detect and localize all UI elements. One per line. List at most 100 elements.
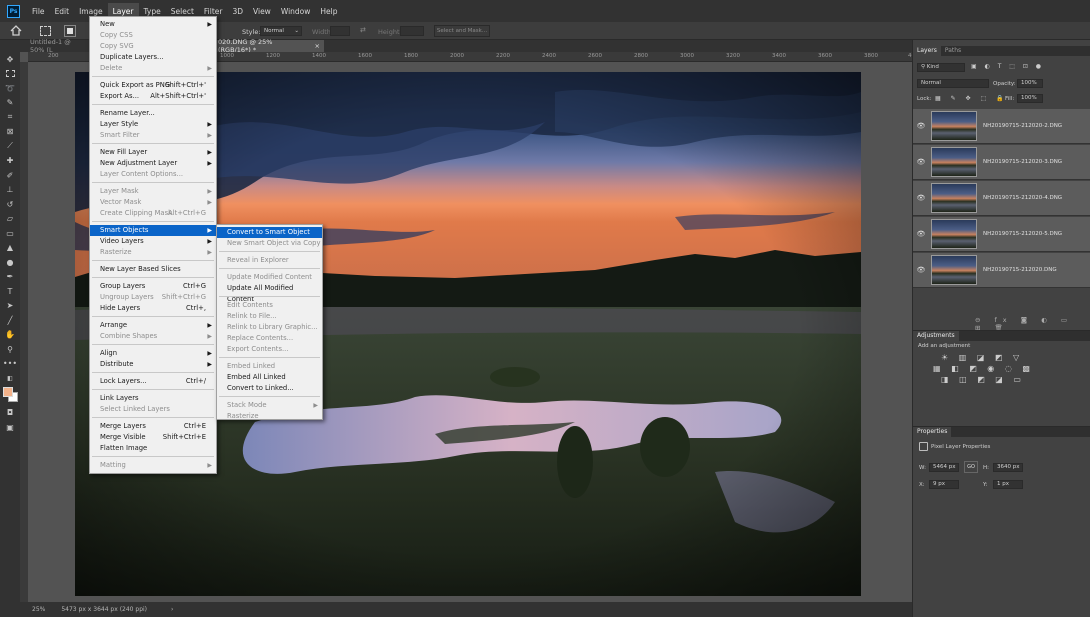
menu-item-edit-contents[interactable]: Edit Contents [217,300,322,311]
menu-item-vector-mask[interactable]: Vector Mask ▶ [90,197,216,208]
dodge-icon[interactable]: ● [0,255,20,270]
status-arrow-icon[interactable]: › [171,606,173,613]
width-field[interactable]: 5464 px [929,463,959,472]
adjustment-icons-row-1[interactable]: ☀ ▥ ◪ ◩ ▽ [913,351,1090,362]
menu-item-layer-content-options[interactable]: Layer Content Options... [90,169,216,180]
menu-item-convert-to-linked[interactable]: Convert to Linked... [217,383,322,394]
zoom-level[interactable]: 25% [32,606,45,613]
menu-item-merge-visible[interactable]: Merge Visible Shift+Ctrl+E [90,432,216,443]
menu-item-relink-to-library-graphic[interactable]: Relink to Library Graphic... [217,322,322,333]
layer-filter-icons[interactable]: ▣ ◐ T ⬚ ⊡ ● [971,63,1044,70]
height-field[interactable]: 3640 px [993,463,1023,472]
style-select[interactable]: Normal ⌄ [260,26,302,36]
menu-item-new-smart-object-via-copy[interactable]: New Smart Object via Copy [217,238,322,249]
lock-icons[interactable]: ▦ ✎ ✥ ⬚ 🔒 [935,95,1008,102]
eye-icon[interactable]: 👁 [913,266,929,274]
hand-icon[interactable]: ✋ [0,328,20,343]
y-field[interactable]: 1 px [993,480,1023,489]
menu-item-layer-mask[interactable]: Layer Mask ▶ [90,186,216,197]
blend-mode-select[interactable]: Normal [917,79,989,88]
menu-item-convert-to-smart-object[interactable]: Convert to Smart Object [217,227,322,238]
opacity-input[interactable]: 100% [1017,79,1043,88]
tab-paths[interactable]: Paths [941,46,965,56]
rectangular-marquee-icon[interactable] [0,67,20,82]
eye-icon[interactable]: 👁 [913,122,929,130]
eye-icon[interactable]: 👁 [913,230,929,238]
pen-icon[interactable]: ✒ [0,270,20,285]
menu-item-stack-mode[interactable]: Stack Mode ▶ [217,400,322,411]
menu-item-new-layer-based-slices[interactable]: New Layer Based Slices [90,264,216,275]
menu-item-group-layers[interactable]: Group Layers Ctrl+G [90,281,216,292]
menu-item-smart-objects[interactable]: Smart Objects ▶ [90,225,216,236]
screen-mode-icon[interactable]: ▣ [0,420,20,435]
menu-window[interactable]: Window [276,3,316,19]
menu-item-reveal-in-explorer[interactable]: Reveal in Explorer [217,255,322,266]
layer-row[interactable]: 👁 NH20190715-212020-3.DNG [913,145,1090,180]
zoom-icon[interactable]: ⚲ [0,342,20,357]
menu-item-select-linked-layers[interactable]: Select Linked Layers [90,404,216,415]
menu-item-merge-layers[interactable]: Merge Layers Ctrl+E [90,421,216,432]
eye-icon[interactable]: 👁 [913,158,929,166]
tab-layers[interactable]: Layers [913,46,941,56]
default-colors-icon[interactable]: ◧ [0,371,20,386]
tab-adjustments[interactable]: Adjustments [913,331,959,341]
gradient-icon[interactable]: ▭ [0,226,20,241]
menu-item-export-contents[interactable]: Export Contents... [217,344,322,355]
menu-item-flatten-image[interactable]: Flatten Image [90,443,216,454]
menu-item-create-clipping-mask[interactable]: Create Clipping Mask Alt+Ctrl+G [90,208,216,219]
link-dimensions-icon[interactable]: GO [964,461,978,473]
menu-item-quick-export-as-png[interactable]: Quick Export as PNG Shift+Ctrl+' [90,80,216,91]
menu-item-embed-linked[interactable]: Embed Linked [217,361,322,372]
menu-item-update-modified-content[interactable]: Update Modified Content [217,272,322,283]
menu-item-embed-all-linked[interactable]: Embed All Linked [217,372,322,383]
eye-icon[interactable]: 👁 [913,194,929,202]
brush-icon[interactable]: ✐ [0,168,20,183]
kind-filter-select[interactable]: ⚲ Kind [917,63,965,72]
menu-item-rename-layer[interactable]: Rename Layer... [90,108,216,119]
lasso-icon[interactable]: ➰ [0,81,20,96]
menu-item-arrange[interactable]: Arrange ▶ [90,320,216,331]
menu-item-update-all-modified-content[interactable]: Update All Modified Content [217,283,322,303]
menu-3d[interactable]: 3D [227,3,248,19]
menu-item-replace-contents[interactable]: Replace Contents... [217,333,322,344]
layer-row[interactable]: 👁 NH20190715-212020-5.DNG [913,217,1090,252]
menu-item-link-layers[interactable]: Link Layers [90,393,216,404]
marquee-tool-icon[interactable] [40,26,51,36]
menu-item-matting[interactable]: Matting ▶ [90,460,216,471]
close-icon[interactable]: × [315,42,320,50]
menu-item-hide-layers[interactable]: Hide Layers Ctrl+, [90,303,216,314]
crop-icon[interactable]: ⌗ [0,110,20,125]
menu-item-distribute[interactable]: Distribute ▶ [90,359,216,370]
menu-file[interactable]: File [27,3,50,19]
menu-item-align[interactable]: Align ▶ [90,348,216,359]
layer-row[interactable]: 👁 NH20190715-212020.DNG [913,253,1090,288]
height-input[interactable] [400,26,424,36]
menu-item-export-as[interactable]: Export As... Alt+Shift+Ctrl+' [90,91,216,102]
tab-dng-document[interactable]: 020.DNG @ 25% (RGB/16*) * × [214,38,324,54]
adjustment-icons-row-3[interactable]: ◨ ◫ ◩ ◪ ▭ [913,373,1090,384]
menu-help[interactable]: Help [315,3,342,19]
menu-item-rasterize[interactable]: Rasterize ▶ [90,247,216,258]
menu-item-new[interactable]: New ▶ [90,19,216,30]
blur-icon[interactable]: ▲ [0,241,20,256]
menu-item-delete[interactable]: Delete ▶ [90,63,216,74]
menu-item-rasterize[interactable]: Rasterize [217,411,322,422]
fill-input[interactable]: 100% [1017,94,1043,103]
swap-icon[interactable]: ⇄ [360,26,366,34]
menu-item-ungroup-layers[interactable]: Ungroup Layers Shift+Ctrl+G [90,292,216,303]
eraser-icon[interactable]: ▱ [0,212,20,227]
history-brush-icon[interactable]: ↺ [0,197,20,212]
menu-item-new-fill-layer[interactable]: New Fill Layer ▶ [90,147,216,158]
quick-selection-icon[interactable]: ✎ [0,96,20,111]
home-icon[interactable] [10,25,22,36]
menu-item-new-adjustment-layer[interactable]: New Adjustment Layer ▶ [90,158,216,169]
path-selection-icon[interactable]: ➤ [0,299,20,314]
select-and-mask-button[interactable]: Select and Mask... [434,25,490,37]
adjustment-icons-row-2[interactable]: ▦ ◧ ◩ ◉ ◌ ▩ [913,362,1090,373]
menu-item-layer-style[interactable]: Layer Style ▶ [90,119,216,130]
menu-edit[interactable]: Edit [50,3,75,19]
clone-stamp-icon[interactable]: ⊥ [0,183,20,198]
tab-untitled[interactable]: Untitled-1 @ 50% (L [26,38,90,54]
frame-icon[interactable]: ⊠ [0,125,20,140]
color-swatches[interactable] [0,386,20,406]
